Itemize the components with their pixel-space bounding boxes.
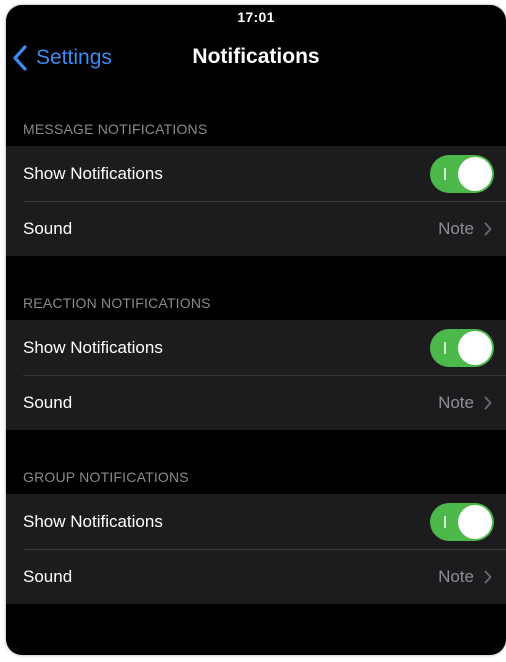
row-sound[interactable]: Sound Note: [6, 375, 506, 430]
show-notifications-toggle[interactable]: [430, 154, 494, 193]
row-label: Sound: [23, 392, 73, 412]
row-label: Show Notifications: [23, 163, 163, 183]
row-value: Note: [438, 218, 474, 238]
row-sound[interactable]: Sound Note: [6, 549, 506, 604]
row-show-notifications: Show Notifications: [6, 320, 506, 375]
page-title: Notifications: [192, 45, 320, 68]
group-group-notifications: Show Notifications Sound Note: [6, 494, 506, 604]
row-sound[interactable]: Sound Note: [6, 201, 506, 256]
toggle-knob: [458, 156, 492, 191]
sound-value[interactable]: Note: [438, 375, 492, 430]
section-header-reaction-notifications: REACTION NOTIFICATIONS: [23, 295, 211, 311]
toggle-on-mark: [444, 515, 446, 528]
chevron-right-icon: [484, 396, 492, 409]
row-label: Show Notifications: [23, 511, 163, 531]
section-header-group-notifications: GROUP NOTIFICATIONS: [23, 469, 189, 485]
show-notifications-toggle[interactable]: [430, 328, 494, 367]
row-label: Sound: [23, 566, 73, 586]
row-label: Show Notifications: [23, 337, 163, 357]
sound-value[interactable]: Note: [438, 201, 492, 256]
show-notifications-toggle[interactable]: [430, 502, 494, 541]
chevron-right-icon: [484, 222, 492, 235]
navigation-bar: Settings Notifications: [6, 31, 506, 87]
section-header-message-notifications: MESSAGE NOTIFICATIONS: [23, 121, 208, 137]
row-show-notifications: Show Notifications: [6, 494, 506, 549]
status-bar: 17:01: [6, 5, 506, 31]
toggle-knob: [458, 330, 492, 365]
row-value: Note: [438, 566, 474, 586]
toggle-on-mark: [444, 167, 446, 180]
row-show-notifications: Show Notifications: [6, 146, 506, 201]
row-value: Note: [438, 392, 474, 412]
toggle-on-mark: [444, 341, 446, 354]
row-label: Sound: [23, 218, 73, 238]
status-time: 17:01: [237, 9, 275, 25]
sound-value[interactable]: Note: [438, 549, 492, 604]
chevron-right-icon: [484, 570, 492, 583]
group-message-notifications: Show Notifications Sound Note: [6, 146, 506, 256]
device-screen: 17:01 Settings Notifications MESSAGE NOT…: [6, 5, 506, 655]
toggle-knob: [458, 504, 492, 539]
group-reaction-notifications: Show Notifications Sound Note: [6, 320, 506, 430]
